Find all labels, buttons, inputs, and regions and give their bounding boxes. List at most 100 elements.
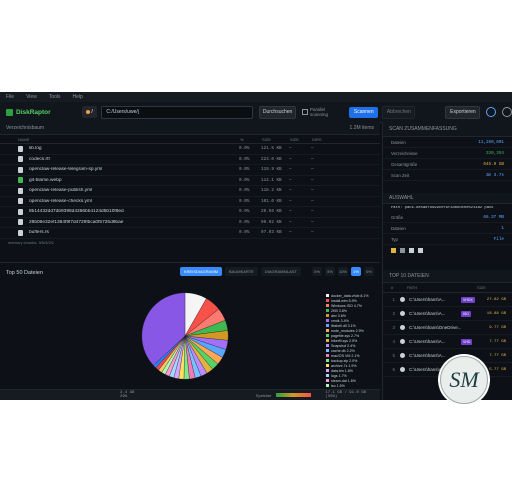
item-size: 9.77 GB <box>489 325 506 330</box>
legend-swatch <box>326 294 329 297</box>
type-badge: VHDX <box>461 296 475 303</box>
selection-header: AUSWAHL <box>383 193 512 204</box>
selected-value: 66.37 MB <box>483 214 504 220</box>
legend-item: node_modules 2.9% <box>326 328 369 333</box>
list-item[interactable]: 2 C:\Users\hans\A... ISO 18.88 GB <box>383 307 512 321</box>
col-dirs[interactable]: DIRS <box>312 137 332 142</box>
threshold-0b[interactable]: 0% <box>364 267 374 276</box>
globe-icon[interactable] <box>486 107 497 117</box>
legend-swatch <box>326 299 329 302</box>
row-dirs: — <box>311 156 314 162</box>
selected-label: Größe <box>391 214 404 220</box>
table-row[interactable]: buffers.rs 0.0% 97.93 KB — — <box>0 228 380 239</box>
browse-button[interactable]: Durchsuchen <box>259 105 297 119</box>
table-row[interactable]: codecs.rtf 0.0% 223.0 KB — — <box>0 155 380 165</box>
file-icon <box>400 297 405 302</box>
legend-label: libshell.dll 3.1% <box>331 323 356 328</box>
parallel-checkbox[interactable]: Parallel scanning <box>302 107 343 117</box>
pie-chart[interactable] <box>140 291 230 381</box>
threshold-10[interactable]: 10% <box>338 267 348 276</box>
legend-swatch <box>326 349 329 352</box>
row-size2: — <box>289 156 292 162</box>
table-row[interactable]: openclaw-release-telegram-sp.yml 0.0% 119.… <box>0 165 380 176</box>
path-input[interactable]: C:/Users/uwe/j <box>101 105 254 119</box>
row-name: openclaw-release-publish.yml <box>29 188 93 194</box>
app-name: DiskRaptor <box>16 108 51 116</box>
table-row[interactable]: lib.log 0.0% 121.5 KB — — <box>0 144 380 155</box>
col-size-top: SIZE <box>477 285 486 290</box>
item-size: 7.77 GB <box>489 339 506 344</box>
legend-label: 2KB 3.8% <box>331 308 347 313</box>
usage-bar <box>275 393 312 397</box>
summary-header: SCAN ZUSAMMENFASSUNG <box>383 122 512 137</box>
list-item[interactable]: 1 C:\Users\hans\A... VHDX 27.82 GB <box>383 293 512 307</box>
row-dirs: — <box>311 219 314 225</box>
table-row[interactable]: 8b14432dd7db9398d4366bb4124d5b10f8ed 0.0%… <box>0 207 380 218</box>
tab-treemap[interactable]: BAUMKARTE <box>225 267 258 276</box>
menu-help[interactable]: Help <box>73 94 83 100</box>
row-size: 223.0 KB <box>261 156 282 162</box>
col-size[interactable]: SIZE <box>262 137 290 142</box>
settings-icon[interactable] <box>502 107 512 117</box>
summary-label: Dateien <box>391 139 406 145</box>
top10-columns: # PATH SIZE <box>383 283 512 293</box>
table-row[interactable]: git-blame.webp 0.0% 114.1 KB — — <box>0 176 380 186</box>
selection-actions <box>383 245 512 256</box>
folder-icon[interactable] <box>391 248 396 253</box>
row-name: lib.log <box>29 146 42 152</box>
summary-row: Gesamtgröße 645.9 GB <box>383 159 512 170</box>
list-item[interactable]: 3 C:\Users\hans\OneDrive... 9.77 GB <box>383 321 512 335</box>
legend-swatch <box>326 309 329 312</box>
legend-label: archive.7z 1.9% <box>331 363 357 368</box>
pie-legend: docker_data.vhdx 8.1% install.wim 5.9% Win… <box>326 293 369 400</box>
tab-pie[interactable]: KREISDIAGRAMM <box>180 267 223 276</box>
summary-value: 330,394 <box>485 150 504 156</box>
file-icon <box>18 219 23 226</box>
threshold-1[interactable]: 1% <box>351 267 361 276</box>
threshold-5[interactable]: 5% <box>325 267 335 276</box>
selected-row: Typ File <box>383 234 512 245</box>
menu-view[interactable]: View <box>26 94 37 100</box>
legend-swatch <box>326 329 329 332</box>
selected-label: Dateien <box>391 225 406 231</box>
threshold-0[interactable]: 0% <box>312 267 322 276</box>
row-pct: 0.0% <box>239 219 250 225</box>
legend-swatch <box>326 369 329 372</box>
legend-label: steam.dat 1.6% <box>331 378 356 383</box>
row-pct: 0.0% <box>239 198 250 204</box>
image-file-icon <box>18 177 23 184</box>
table-row[interactable]: 28b06e32ef1384f9f7d4729fbca0f5725d9bae 0.… <box>0 218 380 228</box>
tree-count: 1.2M items <box>349 125 374 131</box>
left-panel: Verzeichnisbaum 1.2M items NAME % SIZE S… <box>0 122 380 400</box>
export-button[interactable]: Exportieren <box>445 105 481 119</box>
col-name[interactable]: NAME <box>18 137 240 142</box>
stop-button[interactable]: Abbrechen <box>382 105 416 119</box>
row-name: codecs.rtf <box>29 156 50 162</box>
right-panel: SCAN ZUSAMMENFASSUNG Dateien 11,280,001 Ve… <box>382 122 512 400</box>
tree-status: memory chunks: 3/5/3/2/1 <box>8 240 55 245</box>
menu-tools[interactable]: Tools <box>49 94 61 100</box>
tree-columns: NAME % SIZE SIZE DIRS <box>0 135 380 144</box>
row-size2: — <box>289 230 292 236</box>
file-icon <box>18 156 23 163</box>
file-icon <box>400 353 405 358</box>
menu-file[interactable]: File <box>6 94 14 100</box>
table-row[interactable]: openclaw-release-checks.yml 0.0% 101.0 KB —… <box>0 197 380 207</box>
col-size2[interactable]: SIZE <box>290 137 312 142</box>
legend-label: docker_data.vhdx 8.1% <box>331 293 369 298</box>
open-icon[interactable] <box>400 248 405 253</box>
list-item[interactable]: 4 C:\Users\hans\A... VHD 7.77 GB <box>383 335 512 349</box>
delete-icon[interactable] <box>418 248 423 253</box>
tab-bar[interactable]: DIAGRAMMLAST <box>260 267 301 276</box>
legend-swatch <box>326 339 329 342</box>
file-icon <box>400 311 405 316</box>
drive-selector[interactable]: / <box>81 106 98 118</box>
row-pct: 0.0% <box>239 167 250 173</box>
legend-label: Windows ISO 4.7% <box>331 303 362 308</box>
table-row[interactable]: openclaw-release-publish.yml 0.0% 118.2 KB… <box>0 186 380 197</box>
row-size2: — <box>289 146 292 152</box>
file-icon <box>18 187 23 194</box>
copy-icon[interactable] <box>409 248 414 253</box>
scan-button[interactable]: Scannen <box>349 106 379 118</box>
col-pct[interactable]: % <box>240 137 262 142</box>
